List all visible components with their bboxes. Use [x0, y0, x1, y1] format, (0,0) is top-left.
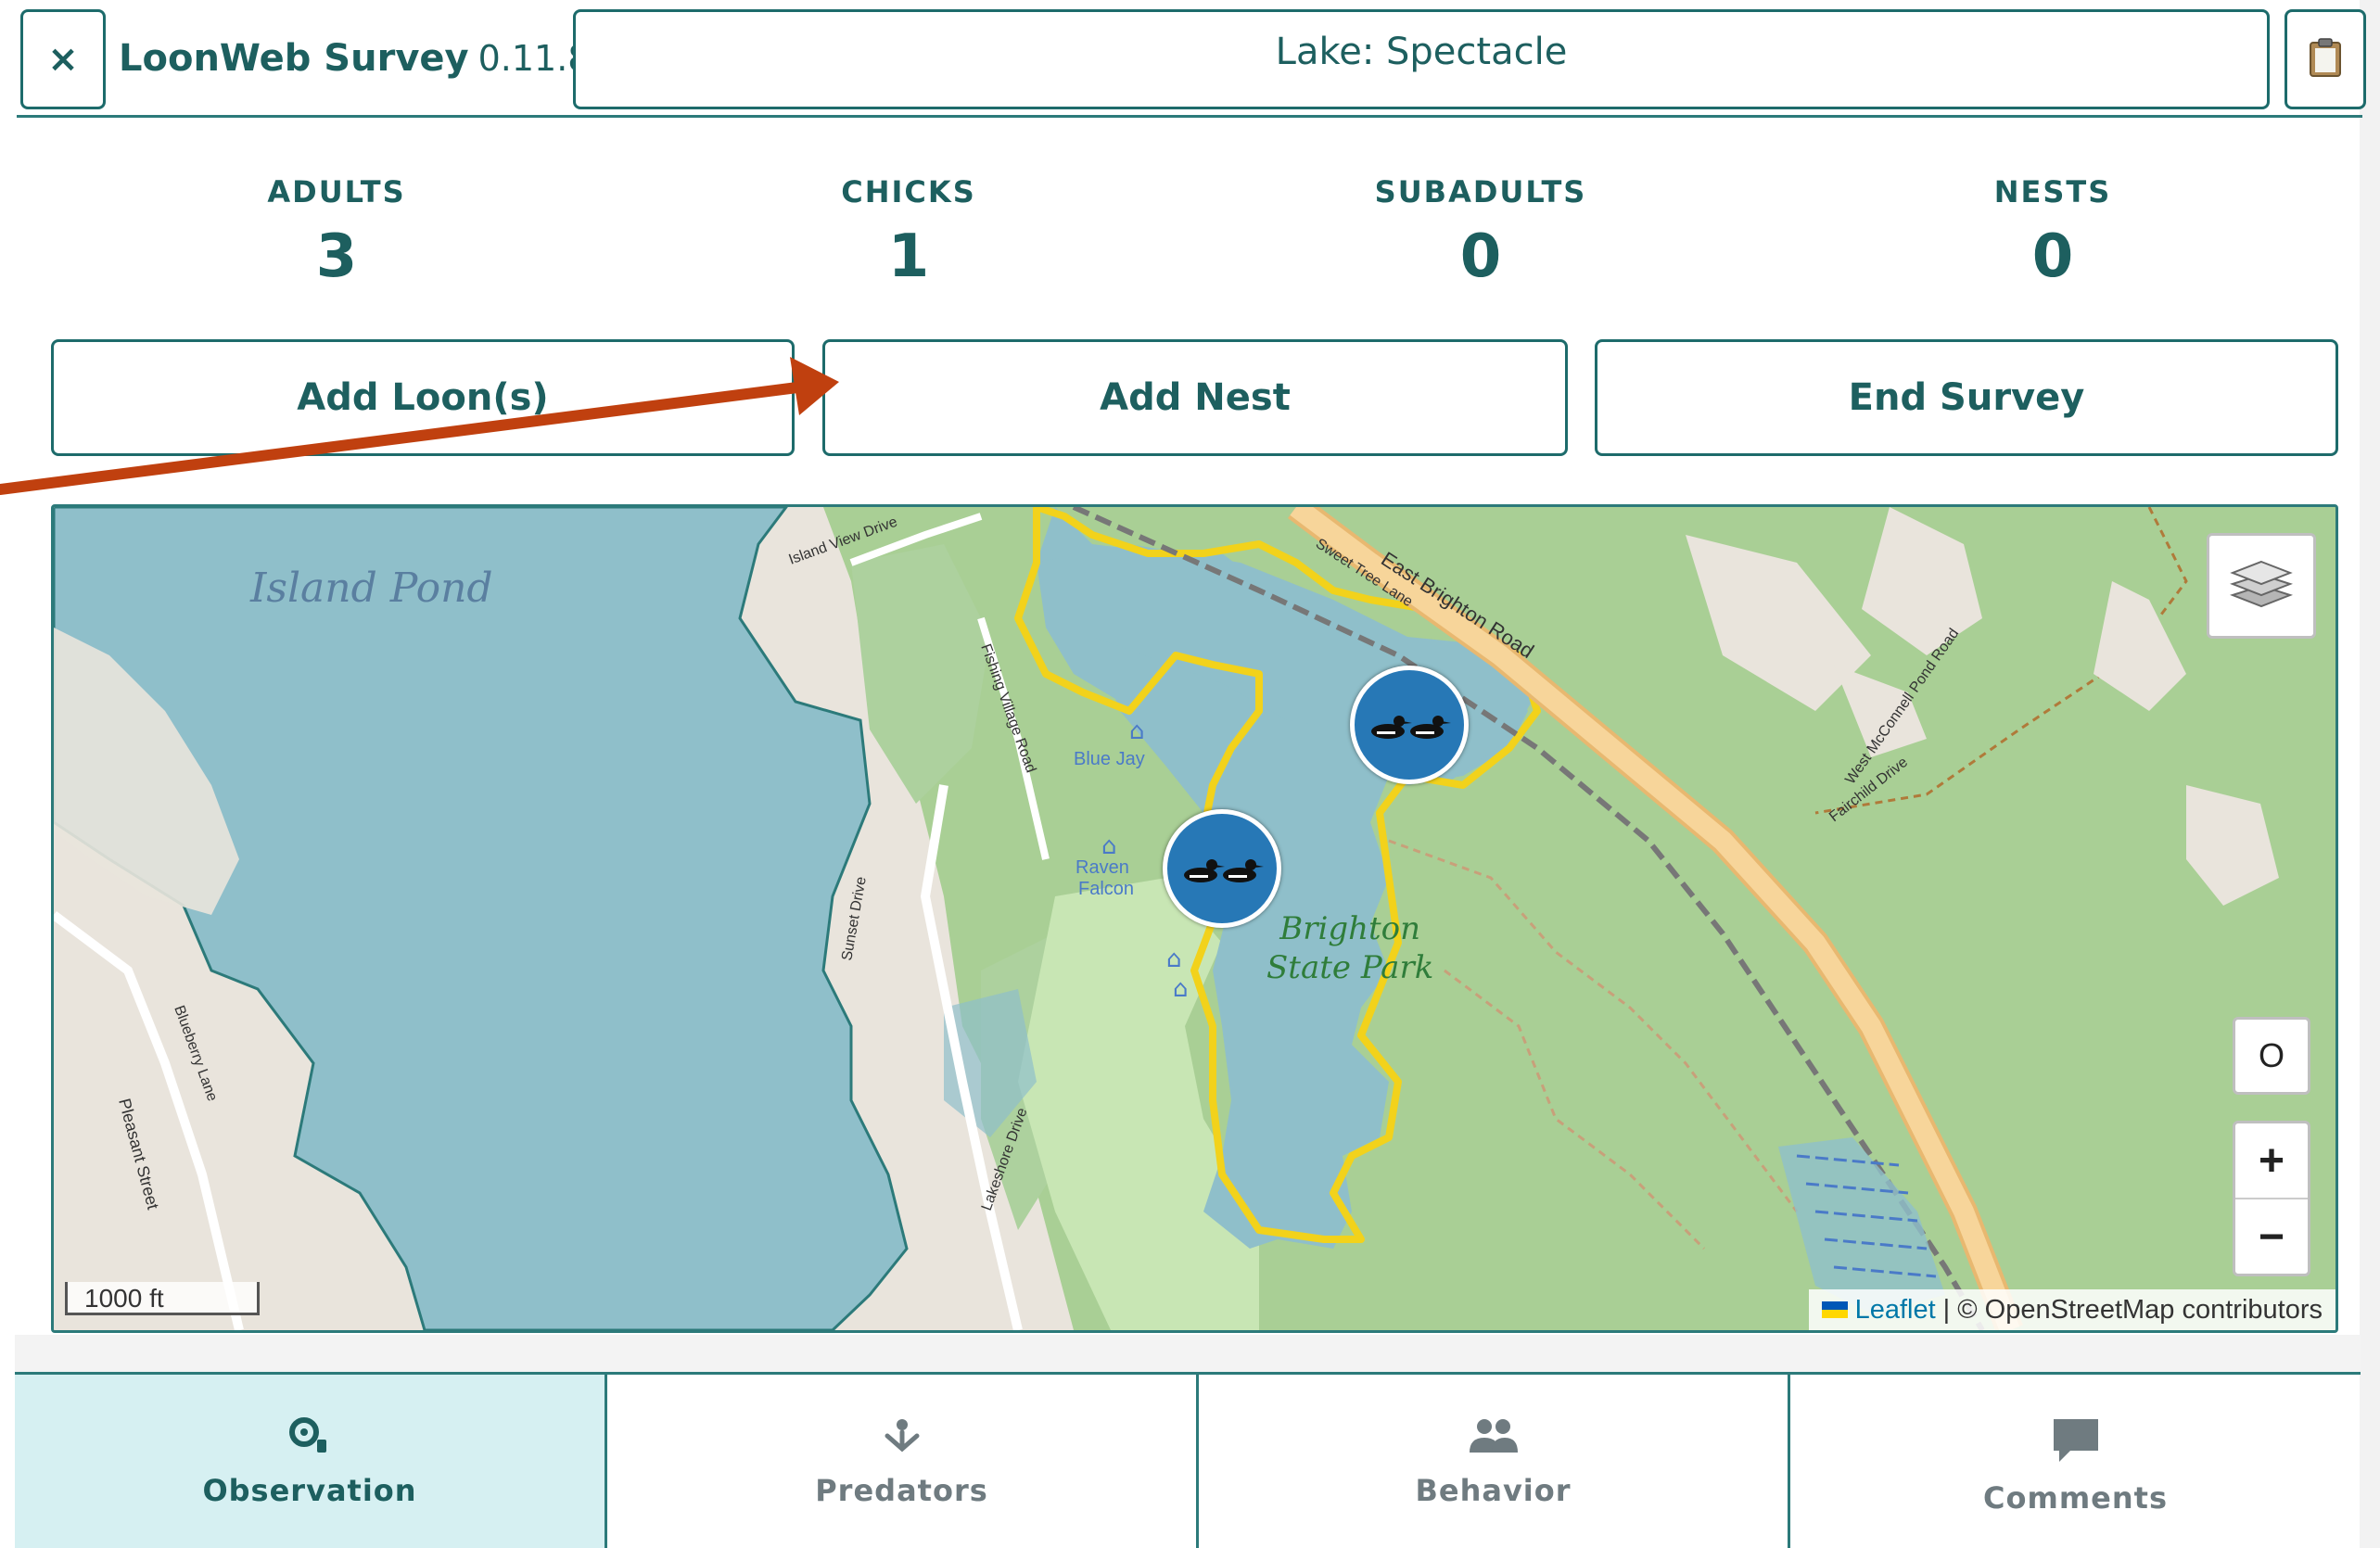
svg-text:⌂: ⌂	[1173, 975, 1189, 1003]
ukraine-flag-icon	[1821, 1301, 1848, 1318]
svg-text:Falcon: Falcon	[1078, 879, 1134, 899]
svg-text:⌂: ⌂	[1129, 717, 1145, 745]
tab-label: Predators	[815, 1473, 988, 1508]
map-scale-bar: 1000 ft	[65, 1282, 260, 1315]
stat-nests: NESTS 0	[1867, 174, 2238, 291]
stat-label: SUBADULTS	[1374, 174, 1587, 209]
zoom-out-button[interactable]: −	[2235, 1199, 2308, 1274]
osm-attribution-text: | © OpenStreetMap contributors	[1942, 1294, 2323, 1325]
clipboard-icon	[2307, 37, 2344, 82]
window-edge	[2360, 0, 2380, 1548]
end-survey-button[interactable]: End Survey	[1595, 339, 2338, 456]
tab-label: Comments	[1983, 1480, 2168, 1516]
svg-text:Blue Jay: Blue Jay	[1074, 749, 1145, 769]
lake-selector[interactable]: Lake: Spectacle	[573, 9, 2270, 109]
loon-marker[interactable]	[1350, 666, 1469, 784]
clipboard-button[interactable]	[2285, 9, 2366, 109]
stat-label: NESTS	[1993, 174, 2112, 209]
leaflet-link[interactable]: Leaflet	[1855, 1295, 1936, 1326]
stat-value: 0	[2031, 222, 2074, 291]
tab-predators[interactable]: Predators	[605, 1375, 1196, 1548]
tab-comments[interactable]: Comments	[1788, 1375, 2361, 1548]
zoom-control: + −	[2233, 1121, 2310, 1276]
island-pond-label: Island Pond	[250, 565, 493, 612]
map-attribution: Leaflet | © OpenStreetMap contributors	[1808, 1289, 2335, 1330]
lake-label: Lake: Spectacle	[1275, 31, 1568, 73]
o-control-button[interactable]: O	[2233, 1017, 2310, 1095]
stat-value: 1	[887, 222, 930, 291]
loon-pair-icon	[1371, 716, 1451, 739]
svg-text:⌂: ⌂	[1166, 945, 1182, 973]
layers-button[interactable]	[2207, 533, 2316, 639]
park-label-line2: State Park	[1266, 949, 1434, 986]
loon-marker[interactable]	[1163, 809, 1281, 928]
stat-value: 0	[1459, 222, 1502, 291]
stat-label: CHICKS	[841, 174, 976, 209]
survey-map[interactable]: East Brighton Road Sweet Tree Lane Islan…	[51, 504, 2338, 1333]
close-button[interactable]: ×	[20, 9, 106, 109]
state-park-label: Brighton State Park	[1266, 909, 1433, 987]
predator-icon	[880, 1415, 924, 1460]
stat-adults: ADULTS 3	[151, 174, 522, 291]
tab-label: Behavior	[1415, 1473, 1572, 1508]
stat-label: ADULTS	[267, 174, 406, 209]
comment-icon	[2050, 1415, 2102, 1467]
layers-icon	[2229, 554, 2294, 618]
stat-chicks: CHICKS 1	[723, 174, 1094, 291]
zoom-in-button[interactable]: +	[2235, 1123, 2308, 1199]
footer-spacer	[15, 1335, 2361, 1372]
header-divider	[17, 115, 2362, 118]
stat-subadults: SUBADULTS 0	[1295, 174, 1666, 291]
tab-label: Observation	[202, 1473, 417, 1508]
svg-text:⌂: ⌂	[1101, 832, 1117, 860]
app-name: LoonWeb Survey	[119, 37, 469, 80]
tab-behavior[interactable]: Behavior	[1196, 1375, 1788, 1548]
add-loons-button[interactable]: Add Loon(s)	[51, 339, 795, 456]
svg-text:Raven: Raven	[1075, 857, 1129, 878]
park-label-line1: Brighton	[1279, 910, 1421, 947]
tab-observation[interactable]: Observation	[15, 1375, 605, 1548]
people-icon	[1466, 1415, 1521, 1460]
add-nest-button[interactable]: Add Nest	[822, 339, 1568, 456]
loon-pair-icon	[1184, 859, 1264, 882]
binoculars-icon	[287, 1415, 332, 1460]
stat-value: 3	[315, 222, 358, 291]
app-title: LoonWeb Survey 0.11.827	[119, 37, 635, 80]
